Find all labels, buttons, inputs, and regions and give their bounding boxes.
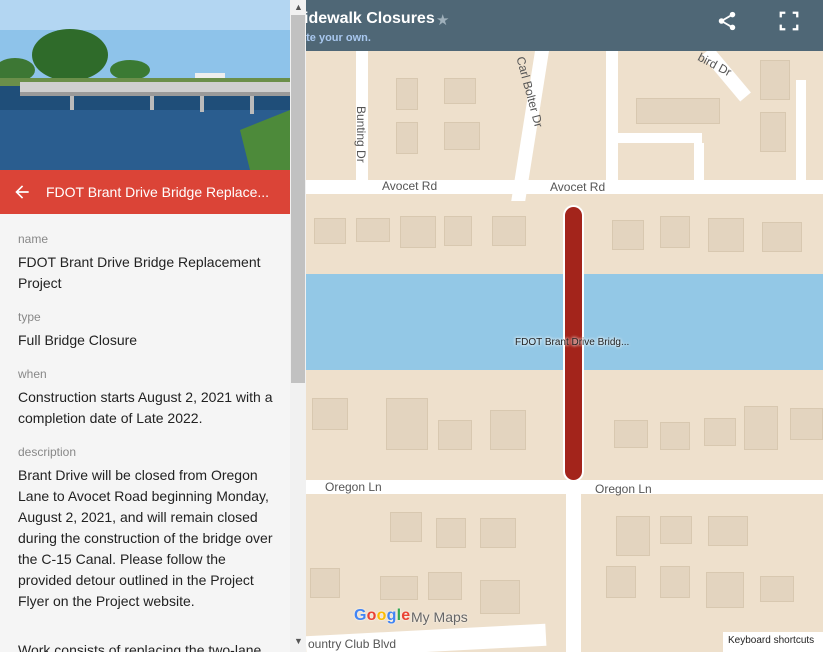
road-north-loop xyxy=(618,133,702,143)
building xyxy=(790,408,823,440)
panel-title: FDOT Brant Drive Bridge Replace... xyxy=(46,184,270,200)
road-label: Avocet Rd xyxy=(382,179,438,193)
bridge-photo xyxy=(0,0,290,170)
building xyxy=(438,420,472,450)
building xyxy=(612,220,644,250)
mymaps-label: My Maps xyxy=(411,609,468,625)
road-curve-right xyxy=(796,80,806,183)
road-north-spur xyxy=(606,51,618,183)
road-label: Oregon Ln xyxy=(595,482,652,496)
road-north-loop-v xyxy=(694,143,704,183)
building xyxy=(396,78,418,110)
building xyxy=(744,406,778,450)
road-label: ountry Club Blvd xyxy=(308,637,397,651)
building xyxy=(390,512,422,542)
building xyxy=(444,122,480,150)
building xyxy=(396,122,418,154)
road-oregon xyxy=(306,480,823,494)
building xyxy=(660,216,690,248)
field-value: Full Bridge Closure xyxy=(18,332,138,348)
building xyxy=(606,566,636,598)
scroll-thumb[interactable] xyxy=(291,15,305,383)
feature-fields: name FDOT Brant Drive Bridge Replacement… xyxy=(18,232,274,652)
building xyxy=(760,60,790,100)
building xyxy=(636,98,720,124)
scroll-down-arrow-icon[interactable]: ▼ xyxy=(294,636,303,646)
building xyxy=(380,576,418,600)
building xyxy=(704,418,736,446)
road-label: Avocet Rd xyxy=(550,180,606,194)
building xyxy=(444,216,472,246)
building xyxy=(312,398,348,430)
building xyxy=(760,576,794,602)
building xyxy=(490,410,526,450)
fullscreen-icon[interactable] xyxy=(778,10,800,32)
building xyxy=(660,566,690,598)
building xyxy=(480,518,516,548)
building xyxy=(400,216,436,248)
field-value: Brant Drive will be closed from Oregon L… xyxy=(18,467,273,609)
share-icon[interactable] xyxy=(716,10,738,32)
building xyxy=(616,516,650,556)
building xyxy=(356,218,390,242)
map-title: idewalk Closures xyxy=(304,10,435,27)
building xyxy=(660,422,690,450)
building xyxy=(706,572,744,608)
panel-scrollbar[interactable]: ▲ ▼ xyxy=(290,0,306,652)
building xyxy=(310,568,340,598)
field-value: Work consists of replacing the two-lane xyxy=(18,642,262,652)
field-value: Construction starts August 2, 2021 with … xyxy=(18,389,273,426)
details-panel: FDOT Brant Drive Bridge Replace... name … xyxy=(0,0,290,652)
google-logo: Google xyxy=(354,607,411,624)
road-label: Bunting Dr xyxy=(354,106,368,163)
building xyxy=(492,216,526,246)
building xyxy=(660,516,692,544)
building xyxy=(614,420,648,448)
building xyxy=(314,218,346,244)
building xyxy=(436,518,466,548)
field-label: type xyxy=(18,310,41,324)
field-value: FDOT Brant Drive Bridge Replacement Proj… xyxy=(18,254,261,291)
field-label: description xyxy=(18,445,77,459)
create-your-own-link[interactable]: ate your own. xyxy=(300,32,371,44)
building xyxy=(708,218,744,252)
star-icon[interactable]: ★ xyxy=(436,11,449,29)
building xyxy=(708,516,748,546)
building xyxy=(386,398,428,450)
back-arrow-icon[interactable] xyxy=(12,182,32,202)
panel-header: FDOT Brant Drive Bridge Replace... xyxy=(0,170,290,214)
road-label: Oregon Ln xyxy=(325,480,382,494)
scroll-up-arrow-icon[interactable]: ▲ xyxy=(294,2,303,12)
bridge-feature-label: FDOT Brant Drive Bridg... xyxy=(515,337,630,348)
field-label: name xyxy=(18,232,49,246)
building xyxy=(480,580,520,614)
keyboard-shortcuts-link[interactable]: Keyboard shortcuts xyxy=(723,632,823,652)
building xyxy=(762,222,802,252)
building xyxy=(428,572,462,600)
road-brant-south xyxy=(566,490,581,652)
building xyxy=(444,78,476,104)
field-label: when xyxy=(18,367,47,381)
map-header: idewalk Closures ★ ate your own. xyxy=(290,0,823,51)
building xyxy=(760,112,786,152)
